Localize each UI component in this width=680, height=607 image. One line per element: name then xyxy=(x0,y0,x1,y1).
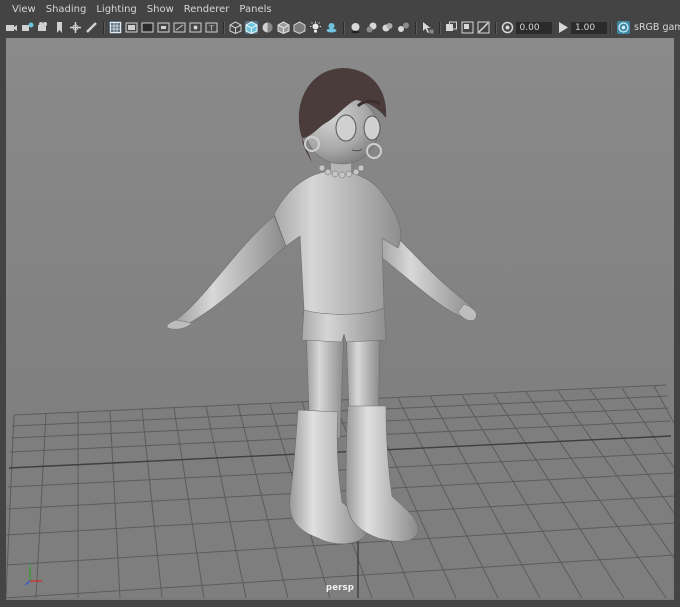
toolbar-separator xyxy=(414,21,417,34)
xray-icon[interactable] xyxy=(445,21,458,34)
menu-show[interactable]: Show xyxy=(142,0,179,20)
ambient-occlusion-icon[interactable] xyxy=(349,21,362,34)
camera-name-label: persp xyxy=(325,583,355,593)
camera-attributes-icon[interactable] xyxy=(21,21,34,34)
grease-pencil-icon[interactable] xyxy=(85,21,98,34)
toolbar-separator xyxy=(102,21,105,34)
viewport-menu-bar: View Shading Lighting Show Renderer Pane… xyxy=(0,0,680,20)
image-plane-icon[interactable] xyxy=(53,21,66,34)
menu-panels[interactable]: Panels xyxy=(234,0,276,20)
gamma-icon[interactable] xyxy=(557,21,570,34)
isolate-select-icon[interactable] xyxy=(421,21,434,34)
viewport-scene xyxy=(6,38,674,600)
menu-renderer[interactable]: Renderer xyxy=(179,0,235,20)
resolution-gate-icon[interactable] xyxy=(141,21,154,34)
menu-view[interactable]: View xyxy=(7,0,41,20)
grid-icon[interactable] xyxy=(109,21,122,34)
wireframe-on-shaded-icon[interactable] xyxy=(277,21,290,34)
bookmarks-icon[interactable] xyxy=(37,21,50,34)
field-chart-icon[interactable] xyxy=(173,21,186,34)
safe-title-icon[interactable]: T xyxy=(205,21,218,34)
xray-joints-icon[interactable] xyxy=(461,21,474,34)
multisample-aa-icon[interactable] xyxy=(381,21,394,34)
toolbar-separator xyxy=(494,21,497,34)
viewport-toolbar: T 0.00 1.00 sRGB gam xyxy=(0,19,680,36)
gamma-field[interactable] xyxy=(571,21,607,34)
gate-mask-icon[interactable] xyxy=(157,21,170,34)
shadows-icon[interactable] xyxy=(325,21,338,34)
exposure-icon[interactable] xyxy=(501,21,514,34)
film-gate-icon[interactable] xyxy=(125,21,138,34)
safe-action-icon[interactable] xyxy=(189,21,202,34)
exposure-field[interactable] xyxy=(515,21,552,34)
motion-blur-icon[interactable] xyxy=(365,21,378,34)
default-material-icon[interactable] xyxy=(261,21,274,34)
svg-text:T: T xyxy=(208,25,214,33)
menu-shading[interactable]: Shading xyxy=(41,0,92,20)
textured-icon[interactable] xyxy=(293,21,306,34)
toolbar-separator xyxy=(342,21,345,34)
perspective-viewport[interactable]: y persp xyxy=(6,38,674,600)
xray-components-icon[interactable] xyxy=(477,21,490,34)
color-management-icon[interactable] xyxy=(616,21,630,34)
view-transform-label[interactable]: sRGB gamm xyxy=(634,22,680,33)
menu-lighting[interactable]: Lighting xyxy=(91,0,141,20)
toolbar-separator xyxy=(438,21,441,34)
use-all-lights-icon[interactable] xyxy=(309,21,322,34)
2d-pan-zoom-icon[interactable] xyxy=(69,21,82,34)
toolbar-separator xyxy=(222,21,225,34)
smooth-shade-icon[interactable] xyxy=(245,21,258,34)
svg-text:y: y xyxy=(29,562,32,568)
depth-of-field-icon[interactable] xyxy=(397,21,410,34)
wireframe-icon[interactable] xyxy=(229,21,242,34)
select-camera-icon[interactable] xyxy=(5,21,18,34)
toolbar-separator xyxy=(610,21,612,34)
